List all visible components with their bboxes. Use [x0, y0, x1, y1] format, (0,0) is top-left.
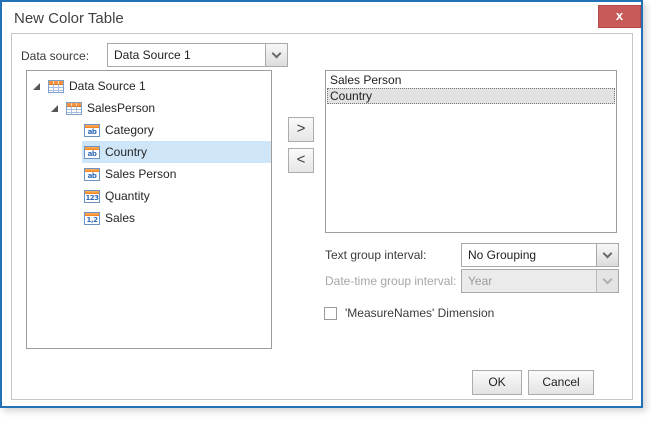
field-icon-text: ab: [85, 150, 99, 158]
close-icon: x: [616, 9, 623, 22]
chevron-down-icon: [272, 49, 282, 59]
text-group-interval-value: No Grouping: [462, 244, 596, 266]
chevron-down-icon: [603, 275, 613, 285]
datetime-group-interval-combobox: Year: [461, 269, 619, 293]
list-item-country[interactable]: Country: [327, 88, 615, 104]
new-color-table-dialog: New Color Table x Data source: Data Sour…: [0, 0, 643, 408]
text-group-dropdown-button[interactable]: [596, 244, 618, 266]
data-source-label: Data source:: [21, 44, 89, 68]
tree-row-label: Data Source 1: [69, 79, 146, 93]
tree-row-sales-person[interactable]: ab Sales Person: [27, 163, 271, 185]
selected-fields-list: Sales PersonCountry: [325, 70, 617, 233]
tree-row-content: 1,2 Sales: [82, 207, 271, 229]
add-field-button[interactable]: >: [288, 117, 314, 142]
tree-row-content: ab Country: [82, 141, 271, 163]
ok-button[interactable]: OK: [472, 370, 522, 395]
text-group-interval-combobox[interactable]: No Grouping: [461, 243, 619, 267]
tree-row-category[interactable]: ab Category: [27, 119, 271, 141]
field-icon-text: 1,2: [85, 216, 99, 224]
tree-row-label: Country: [105, 145, 147, 159]
cancel-button[interactable]: Cancel: [528, 370, 594, 395]
text-field-icon: ab: [84, 168, 100, 181]
data-source-value: Data Source 1: [108, 44, 265, 66]
close-button[interactable]: x: [598, 5, 641, 28]
tree-row-quantity[interactable]: 123 Quantity: [27, 185, 271, 207]
tree-row-content: 123 Quantity: [82, 185, 271, 207]
tree-row-sales[interactable]: 1,2 Sales: [27, 207, 271, 229]
field-icon-text: ab: [85, 172, 99, 180]
expander-slot: [51, 105, 64, 112]
remove-field-button[interactable]: <: [288, 148, 314, 173]
tree-row-content: SalesPerson: [64, 97, 271, 119]
screenshot-stage: New Color Table x Data source: Data Sour…: [0, 0, 651, 426]
expander-expanded-icon[interactable]: [51, 105, 58, 112]
table-icon: [48, 80, 64, 93]
data-source-dropdown-button[interactable]: [265, 44, 287, 66]
table-icon: [66, 102, 82, 115]
field-icon-text: 123: [85, 194, 99, 202]
data-source-combobox[interactable]: Data Source 1: [107, 43, 288, 67]
arrow-right-icon: >: [297, 120, 306, 137]
tree-row-country[interactable]: ab Country: [27, 141, 271, 163]
dialog-content-panel: Data source: Data Source 1 Data Source 1…: [11, 33, 633, 400]
chevron-down-icon: [603, 249, 613, 259]
expander-slot: [33, 83, 46, 90]
text-field-icon: ab: [84, 146, 100, 159]
tree-row-content: ab Sales Person: [82, 163, 271, 185]
measure-names-checkbox[interactable]: [324, 307, 337, 320]
datetime-group-dropdown-button: [596, 270, 618, 292]
tree-row-label: Category: [105, 123, 154, 137]
tree-row-content: Data Source 1: [46, 75, 271, 97]
tree-row-salesperson[interactable]: SalesPerson: [27, 97, 271, 119]
tree-row-label: Sales Person: [105, 167, 176, 181]
tree-row-label: SalesPerson: [87, 101, 155, 115]
text-group-interval-label: Text group interval:: [325, 243, 426, 267]
tree-row-data-source-1[interactable]: Data Source 1: [27, 75, 271, 97]
tree-row-label: Sales: [105, 211, 135, 225]
field-icon-text: ab: [85, 128, 99, 136]
tree-row-content: ab Category: [82, 119, 271, 141]
dialog-title: New Color Table: [14, 10, 124, 27]
text-field-icon: ab: [84, 124, 100, 137]
datetime-group-interval-label: Date-time group interval:: [325, 269, 456, 293]
expander-expanded-icon[interactable]: [33, 83, 40, 90]
tree-row-label: Quantity: [105, 189, 150, 203]
field-tree: Data Source 1 SalesPerson ab Category ab Coun…: [26, 70, 272, 349]
measure-names-checkbox-label: 'MeasureNames' Dimension: [345, 306, 494, 321]
integer-field-icon: 123: [84, 190, 100, 203]
arrow-left-icon: <: [297, 151, 306, 168]
decimal-field-icon: 1,2: [84, 212, 100, 225]
datetime-group-interval-value: Year: [462, 270, 596, 292]
list-item-sales-person[interactable]: Sales Person: [327, 72, 615, 88]
